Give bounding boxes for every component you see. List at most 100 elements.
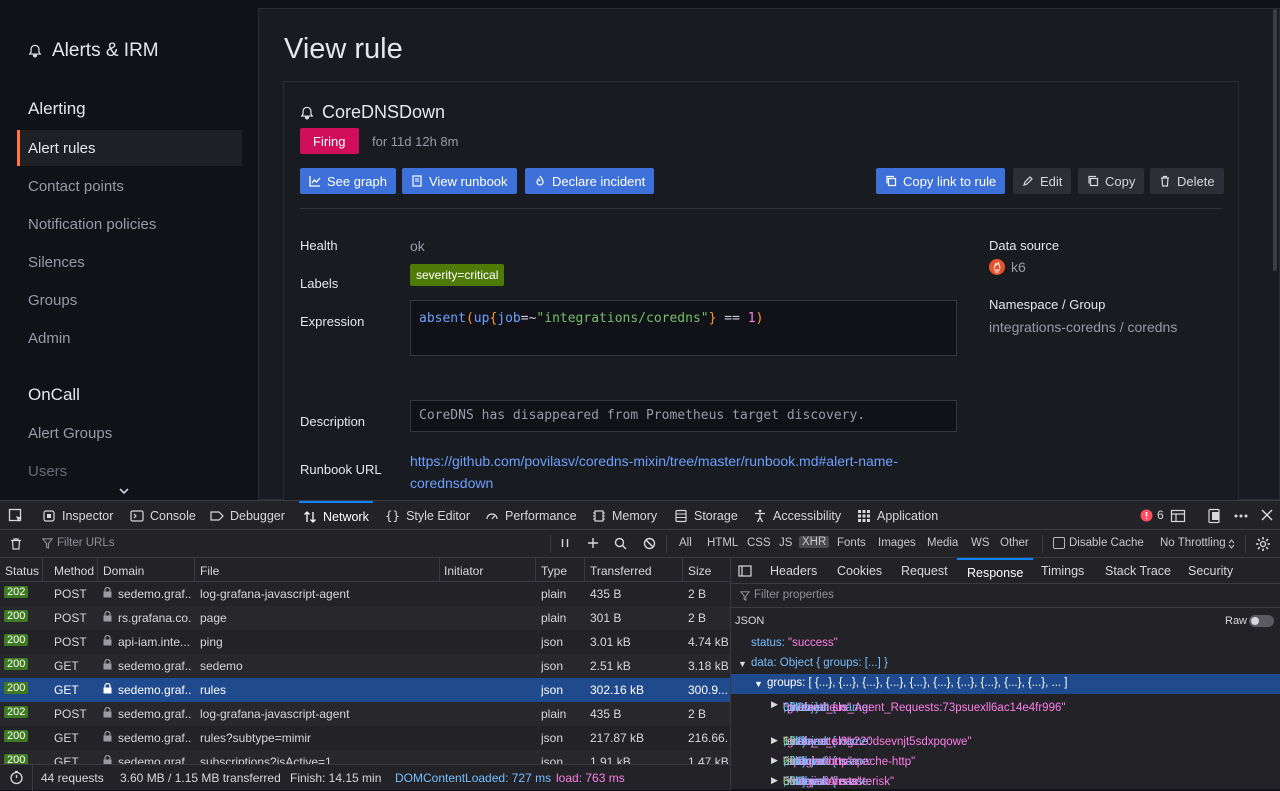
tab-accessibility[interactable]: Accessibility (753, 501, 841, 530)
col-method[interactable]: Method (54, 564, 94, 578)
copy-link-button[interactable]: Copy link to rule (876, 168, 1006, 194)
copy-button[interactable]: Copy (1078, 168, 1145, 194)
table-row[interactable]: 200GETsedemo.graf...rules/:1 (fetch)json… (0, 678, 730, 702)
dock-icon[interactable] (1170, 508, 1186, 524)
tab-label: Memory (612, 508, 658, 523)
col-file[interactable]: File (200, 564, 219, 578)
runbook-url-line1[interactable]: https://github.com/povilasv/coredns-mixi… (410, 450, 970, 472)
tab-security[interactable]: Security (1188, 564, 1233, 578)
toggle-sidebar-icon[interactable] (738, 564, 752, 578)
tab-label: Application (877, 508, 939, 523)
sidebar-item-notification-policies[interactable]: Notification policies (17, 206, 242, 242)
json-group-3[interactable]: ▶ 3: Object { name: "AsteriskAlerts", fi… (731, 770, 1280, 790)
filter-type-css[interactable]: CSS (747, 537, 771, 549)
tab-style-editor[interactable]: {} Style Editor (385, 501, 470, 530)
table-row[interactable]: 202 POST sedemo.graf... log-grafana-javascr… (0, 702, 730, 726)
separator (32, 765, 33, 791)
tab-inspector[interactable]: Inspector (42, 501, 113, 530)
plus-icon[interactable] (587, 537, 599, 549)
filter-properties-input[interactable]: Filter properties (754, 589, 834, 601)
json-group-0[interactable]: ▶ 0: Object { name: "prometheus_Agent_Re… (731, 694, 1280, 734)
pause-icon[interactable] (559, 537, 571, 549)
delete-button[interactable]: Delete (1150, 168, 1224, 194)
tab-storage[interactable]: Storage (674, 501, 738, 530)
filter-type-html[interactable]: HTML (707, 537, 738, 549)
runbook-url-line2[interactable]: corednsdown (410, 472, 970, 494)
lock-icon (103, 683, 112, 697)
runbook-link[interactable]: https://github.com/povilasv/coredns-mixi… (410, 450, 970, 494)
col-domain[interactable]: Domain (103, 564, 144, 578)
col-status[interactable]: Status (5, 564, 39, 578)
see-graph-button[interactable]: See graph (300, 168, 396, 194)
health-value: ok (410, 238, 425, 254)
responsive-icon[interactable] (1206, 508, 1222, 524)
timer-icon[interactable] (9, 770, 24, 785)
page-scrollbar[interactable] (1273, 9, 1277, 271)
filter-type-other[interactable]: Other (1000, 537, 1029, 549)
table-row[interactable]: 200GETsedemo.graf...rules?subtype=mimir/… (0, 726, 730, 750)
tab-application[interactable]: Application (857, 501, 938, 530)
tab-memory[interactable]: Memory (592, 501, 657, 530)
filter-type-xhr[interactable]: XHR (799, 536, 830, 548)
tab-debugger[interactable]: Debugger (210, 501, 285, 530)
tab-stack-trace[interactable]: Stack Trace (1105, 564, 1171, 578)
edit-button[interactable]: Edit (1013, 168, 1072, 194)
gear-icon[interactable] (1255, 536, 1271, 552)
json-group-1[interactable]: ▶ 1: Object { name: "error_rate:3g220dse… (731, 730, 1280, 750)
col-initiator[interactable]: Initiator (444, 564, 483, 578)
table-row[interactable]: 202 POST sedemo.graf... log-grafana-javascr… (0, 582, 730, 606)
close-icon[interactable] (1260, 508, 1274, 522)
sidebar-item-alert-groups[interactable]: Alert Groups (17, 415, 242, 451)
declare-incident-button[interactable]: Declare incident (525, 168, 655, 194)
sidebar-item-silences[interactable]: Silences (17, 244, 242, 280)
element-picker-icon[interactable] (8, 508, 24, 524)
raw-toggle[interactable] (1249, 615, 1274, 627)
tab-headers[interactable]: Headers (770, 564, 817, 578)
filter-type-ws[interactable]: WS (971, 537, 990, 549)
table-row[interactable]: 200POSTapi-iam.inte...pingframe.f2f3da63… (0, 630, 730, 654)
filter-type-fonts[interactable]: Fonts (837, 537, 866, 549)
col-type[interactable]: Type (541, 564, 567, 578)
copy-icon (886, 175, 897, 187)
tab-performance[interactable]: Performance (485, 501, 577, 530)
tab-response[interactable]: Response (957, 558, 1034, 584)
sidebar-item-users[interactable]: Users (17, 453, 242, 489)
col-transferred[interactable]: Transferred (590, 564, 652, 578)
json-group-2[interactable]: ▶ 2: Object { name: "apache-http", file:… (731, 750, 1280, 770)
sidebar-item-alert-rules[interactable]: Alert rules (17, 130, 242, 166)
sidebar-item-groups[interactable]: Groups (17, 282, 242, 318)
json-status-line: status: "success" (731, 634, 1280, 654)
json-data-line[interactable]: ▼ data: Object { groups: [...] } (731, 654, 1280, 674)
disable-cache-checkbox[interactable] (1053, 537, 1065, 549)
filter-type-media[interactable]: Media (927, 537, 958, 549)
view-runbook-button[interactable]: View runbook (402, 168, 517, 194)
sidebar-item-contact-points[interactable]: Contact points (17, 168, 242, 204)
filter-urls-input[interactable]: Filter URLs (57, 537, 115, 549)
table-row[interactable]: 200POSTrs.grafana.co...page/:1 (xhr)plai… (0, 606, 730, 630)
error-count[interactable]: 6 (1140, 508, 1164, 522)
tab-cookies[interactable]: Cookies (837, 564, 882, 578)
col-size[interactable]: Size (688, 564, 711, 578)
more-icon[interactable] (1233, 508, 1249, 524)
copy-label: Copy (1105, 173, 1136, 189)
tab-timings[interactable]: Timings (1041, 564, 1084, 578)
filter-type-images[interactable]: Images (878, 537, 916, 549)
throttling-select[interactable]: No Throttling (1160, 537, 1226, 549)
filter-type-all[interactable]: All (679, 537, 692, 549)
search-icon[interactable] (614, 537, 627, 550)
tab-console[interactable]: Console (130, 501, 196, 530)
json-groups-line[interactable]: ▼ groups: [ {...}, {...}, {...}, {...}, … (731, 674, 1280, 694)
lock-icon (103, 731, 112, 745)
col-separator (584, 558, 585, 582)
table-row[interactable]: 200GETsedemo.graf...sedemo/:1 (fetch)jso… (0, 654, 730, 678)
tab-label: Network (323, 509, 369, 524)
trash-icon[interactable] (9, 537, 23, 551)
block-icon[interactable] (643, 537, 656, 550)
tab-request[interactable]: Request (901, 564, 948, 578)
separator (666, 535, 667, 553)
tab-network[interactable]: Network (299, 501, 373, 530)
chevron-down-icon[interactable] (119, 487, 129, 495)
filter-type-js[interactable]: JS (779, 537, 792, 549)
sidebar-item-admin[interactable]: Admin (17, 320, 242, 356)
cell-type: json (541, 683, 564, 697)
